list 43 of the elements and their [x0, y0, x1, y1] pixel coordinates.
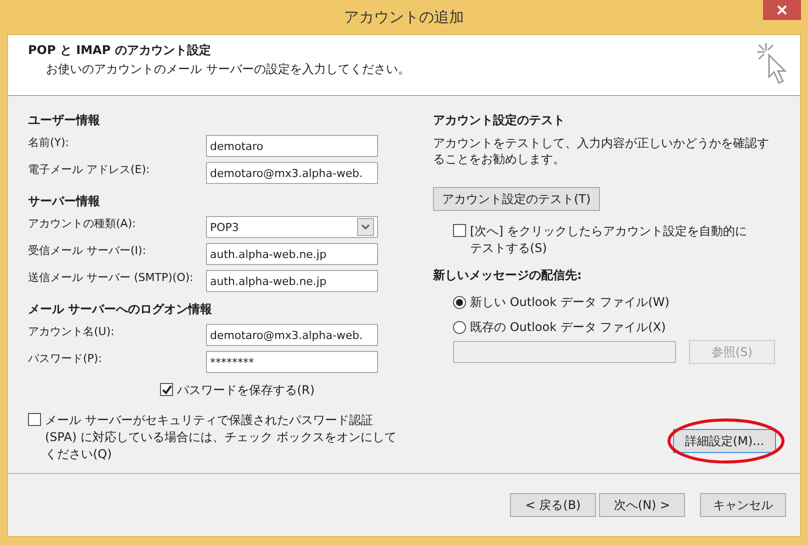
- field-label: 送信メール サーバー (SMTP)(O):: [28, 270, 194, 285]
- checkbox[interactable]: [28, 413, 41, 426]
- text-field[interactable]: auth.alpha-web.ne.jp: [206, 270, 378, 292]
- field-label: アカウントの種類(A):: [28, 216, 137, 231]
- section-heading: サーバー情報: [28, 193, 101, 210]
- checkbox-label: [次へ] をクリックしたらアカウント設定を自動的にテストする(S): [470, 223, 748, 257]
- radio-label: 既存の Outlook データ ファイル(X): [470, 319, 666, 336]
- section-heading: 新しいメッセージの配信先:: [433, 267, 583, 284]
- checkbox[interactable]: [453, 224, 466, 237]
- text-field[interactable]: demotaro@mx3.alpha-web.: [206, 162, 378, 184]
- data-file-path-field[interactable]: [453, 341, 676, 363]
- footer-button[interactable]: < 戻る(B): [510, 493, 596, 517]
- close-icon: [777, 5, 787, 15]
- page-subtitle: お使いのアカウントのメール サーバーの設定を入力してください。: [45, 61, 410, 78]
- advanced-settings-button[interactable]: 詳細設定(M)...: [673, 429, 776, 453]
- test-account-button[interactable]: アカウント設定のテスト(T): [433, 187, 600, 211]
- cursor-sparkle-icon: [756, 42, 790, 86]
- password-field[interactable]: ********: [206, 351, 378, 373]
- text-field[interactable]: demotaro@mx3.alpha-web.: [206, 324, 378, 346]
- checkbox[interactable]: [160, 383, 173, 396]
- footer-button[interactable]: 次へ(N) >: [599, 493, 685, 517]
- field-label: パスワード(P):: [28, 351, 103, 366]
- description-text: アカウントをテストして、入力内容が正しいかどうかを確認することをお勧めします。: [433, 135, 770, 167]
- section-heading: メール サーバーへのログオン情報: [28, 301, 214, 318]
- section-heading: ユーザー情報: [28, 112, 101, 129]
- text-field[interactable]: demotaro: [206, 135, 378, 157]
- field-label: アカウント名(U):: [28, 324, 116, 339]
- section-heading: アカウント設定のテスト: [433, 112, 566, 129]
- text-field[interactable]: auth.alpha-web.ne.jp: [206, 243, 378, 265]
- footer-button[interactable]: キャンセル: [700, 493, 786, 517]
- account-type-dropdown[interactable]: POP3: [206, 216, 378, 238]
- window-title: アカウントの追加: [344, 8, 464, 26]
- close-button[interactable]: [763, 0, 801, 20]
- caret-icon: [357, 218, 374, 236]
- radio-button[interactable]: [453, 296, 466, 309]
- radio-button[interactable]: [453, 321, 466, 334]
- field-label: 電子メール アドレス(E):: [28, 162, 151, 177]
- checkbox-label: メール サーバーがセキュリティで保護されたパスワード認証 (SPA) に対応している場合には、チェック ボックスをオンにしてください(Q): [45, 412, 398, 463]
- field-label: 名前(Y):: [28, 135, 70, 150]
- page-title: POP と IMAP のアカウント設定: [28, 42, 212, 59]
- checkbox-label: パスワードを保存する(R): [177, 382, 315, 399]
- field-label: 受信メール サーバー(I):: [28, 243, 148, 258]
- radio-label: 新しい Outlook データ ファイル(W): [470, 294, 670, 311]
